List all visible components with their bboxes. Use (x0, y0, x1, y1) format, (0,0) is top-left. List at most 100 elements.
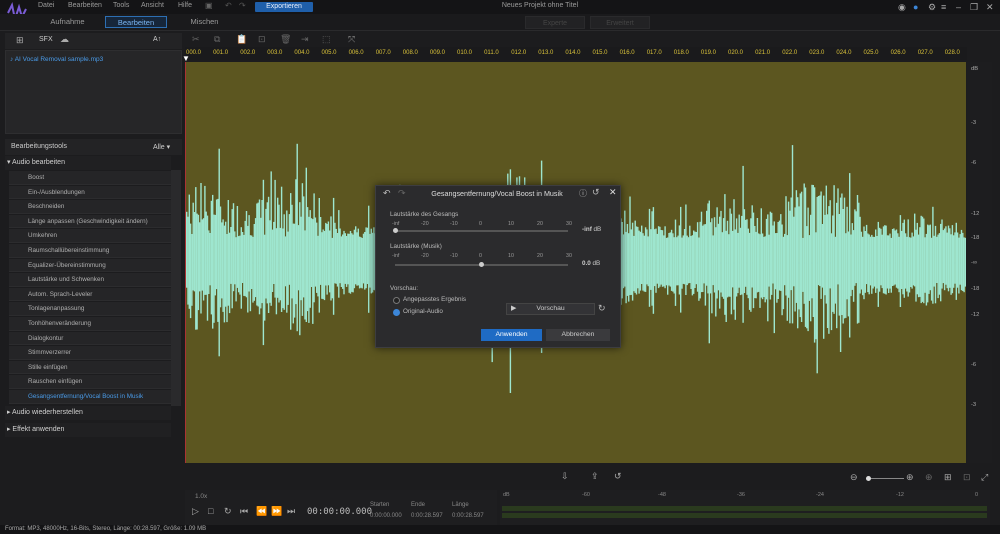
media-file-name: AI Vocal Removal sample.mp3 (14, 56, 104, 63)
start-value: 0:00:00.000 (370, 513, 402, 519)
preview-button[interactable]: ▶ Vorschau (506, 303, 595, 315)
cut-icon[interactable]: ✂ (192, 34, 200, 45)
tab-mischen[interactable]: Mischen (177, 16, 232, 28)
cloud-icon[interactable]: ☁ (60, 34, 69, 45)
play-button-icon[interactable]: ▷ (192, 506, 199, 517)
media-file-item[interactable]: ♪ AI Vocal Removal sample.mp3 (10, 56, 103, 63)
group-audio-bearbeiten[interactable]: ▾ Audio bearbeiten (5, 156, 171, 170)
loop-icon[interactable]: ↺ (614, 471, 622, 482)
radio-custom-result[interactable] (393, 297, 400, 304)
import-icon[interactable]: ⊞ (16, 35, 24, 46)
tool-item[interactable]: Lautstärke und Schwenken (9, 273, 171, 287)
tool-item[interactable]: Rauschen einfügen (9, 375, 171, 390)
ruler-tick-label: 005.0 (321, 50, 337, 56)
stop-button-icon[interactable]: □ (208, 506, 213, 516)
copy-icon[interactable]: ⧉ (214, 34, 220, 45)
tool-item[interactable]: Tonlagenanpassung (9, 302, 171, 317)
slider-scale-label: -10 (450, 221, 458, 227)
paste-icon[interactable]: 📋 (236, 34, 247, 45)
db-scale-label: -6 (971, 362, 977, 368)
menu-ansicht[interactable]: Ansicht (141, 2, 164, 9)
ruler-tick-label: 023.0 (809, 50, 825, 56)
zoom-fit-icon[interactable]: ⊞ (944, 472, 952, 483)
tab-aufnahme[interactable]: Aufnahme (40, 16, 95, 28)
crop-icon[interactable]: ⊡ (258, 34, 266, 45)
close-icon[interactable]: ✕ (986, 2, 994, 13)
playback-speed[interactable]: 1.0x (195, 493, 207, 500)
dialog-redo-icon[interactable]: ↷ (398, 188, 406, 199)
redo-icon[interactable]: ↷ (239, 1, 246, 10)
select-tool-icon[interactable]: ⬚ (322, 34, 331, 45)
delete-icon[interactable]: 🗑 (280, 34, 291, 45)
tab-experte[interactable]: Experte (525, 16, 585, 29)
db-scale-label: -6 (971, 160, 977, 166)
vocal-slider-thumb[interactable] (393, 228, 398, 233)
zoom-in-icon[interactable]: ⊕ (906, 472, 914, 483)
menu-tools[interactable]: Tools (113, 2, 129, 9)
info-icon[interactable]: ⓘ (579, 188, 587, 199)
forward-icon[interactable]: ⏩ (271, 506, 282, 517)
cancel-button[interactable]: Abbrechen (546, 329, 610, 341)
vocal-volume-slider[interactable] (395, 230, 568, 232)
sort-button[interactable]: A↑ (153, 36, 161, 43)
tool-item[interactable]: Umkehren (9, 229, 171, 244)
menu-bearbeiten[interactable]: Bearbeiten (68, 2, 102, 9)
tool-item[interactable]: Ein-/Ausblendungen (9, 185, 171, 200)
tab-erweitert[interactable]: Erweitert (590, 16, 650, 29)
tool-item[interactable]: Raumschallübereinstimmung (9, 244, 171, 258)
fullscreen-icon[interactable]: ⤢ (981, 472, 988, 483)
apply-button[interactable]: Anwenden (481, 329, 542, 341)
insert-marker-icon[interactable]: ⇩ (561, 471, 569, 482)
dialog-close-icon[interactable]: ✕ (609, 187, 617, 198)
group-audio-wiederherstellen[interactable]: ▸ Audio wiederherstellen (5, 406, 171, 420)
menu-icon[interactable]: ≡ (941, 2, 946, 12)
maximize-icon[interactable]: ❐ (970, 2, 978, 13)
tool-item[interactable]: Autom. Sprach-Leveler (9, 287, 171, 302)
tool-item[interactable]: Länge anpassen (Geschwindigkeit ändern) (9, 214, 171, 229)
menu-datei[interactable]: Datei (38, 2, 54, 9)
dialog-reset-icon[interactable]: ↺ (592, 187, 600, 198)
tool-item[interactable]: Tonhöhenveränderung (9, 317, 171, 331)
ruler-tick-label: 018.0 (673, 50, 689, 56)
update-icon[interactable]: ● (913, 2, 918, 12)
insert-icon[interactable]: ⇥ (301, 34, 309, 45)
group-effekt-anwenden[interactable]: ▸ Effekt anwenden (5, 423, 171, 437)
radio-original-label: Original-Audio (403, 308, 443, 315)
zoom-slider-thumb[interactable] (866, 476, 871, 481)
go-start-icon[interactable]: ⏮ (240, 506, 248, 517)
dialog-undo-icon[interactable]: ↶ (383, 188, 391, 199)
tools-scrollbar[interactable] (171, 170, 181, 406)
tool-item[interactable]: Gesangsentfernung/Vocal Boost in Musik (9, 390, 171, 404)
rewind-icon[interactable]: ⏪ (256, 506, 267, 517)
tool-item[interactable]: Stille einfügen (9, 360, 171, 375)
radio-original-audio[interactable] (393, 309, 400, 316)
tools-filter-dropdown[interactable]: Alle ▾ (153, 143, 170, 151)
sfx-button[interactable]: SFX (39, 36, 53, 43)
tool-item[interactable]: Stimmverzerrer (9, 346, 171, 360)
slider-scale-label: 30 (566, 253, 572, 259)
zoom-slider[interactable] (866, 478, 904, 479)
music-slider-thumb[interactable] (479, 262, 484, 267)
export-selection-icon[interactable]: ⇪ (591, 471, 599, 482)
group-audio-bearbeiten-label: Audio bearbeiten (12, 159, 65, 166)
zoom-vertical-icon[interactable]: ⊕ (925, 472, 933, 483)
tool-item[interactable]: Equalizer-Übereinstimmung (9, 258, 171, 273)
menu-hilfe[interactable]: Hilfe (178, 2, 192, 9)
go-end-icon[interactable]: ⏭ (287, 506, 295, 517)
zoom-selection-icon[interactable]: ⊡ (963, 472, 971, 483)
minimize-icon[interactable]: – (956, 2, 961, 12)
tool-item[interactable]: Dialogkontur (9, 331, 171, 346)
loop-playback-icon[interactable]: ↻ (224, 506, 232, 517)
pan-tool-icon[interactable]: ⤧ (348, 34, 355, 45)
tool-item[interactable]: Boost (9, 171, 171, 185)
undo-icon[interactable]: ↶ (225, 1, 232, 10)
account-icon[interactable]: ◉ (898, 2, 906, 13)
save-icon[interactable]: ▣ (205, 1, 213, 10)
preview-loop-icon[interactable]: ↻ (598, 303, 606, 314)
ruler-tick-label: 014.0 (565, 50, 581, 56)
tool-item[interactable]: Beschneiden (9, 200, 171, 214)
settings-icon[interactable]: ⚙ (928, 2, 936, 13)
tab-bearbeiten[interactable]: Bearbeiten (105, 16, 167, 28)
export-button[interactable]: Exportieren (255, 2, 313, 12)
zoom-out-icon[interactable]: ⊖ (850, 472, 858, 483)
